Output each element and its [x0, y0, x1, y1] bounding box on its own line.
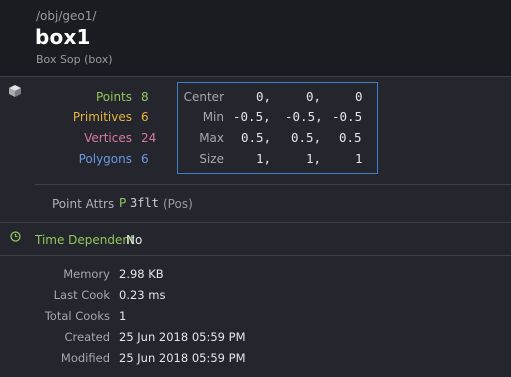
total-cooks-label: Total Cooks	[44, 309, 110, 323]
node-path: /obj/geo1/	[36, 9, 97, 23]
point-attr-class: P	[119, 196, 127, 210]
time-dependent-value: No	[126, 233, 143, 247]
section-divider	[35, 184, 511, 185]
box-icon	[9, 85, 21, 97]
bbox-size-y: 1,	[306, 151, 322, 166]
modified-value: 25 Jun 2018 05:59 PM	[119, 351, 246, 365]
section-divider	[0, 222, 511, 223]
bbox-center-x: 0,	[256, 89, 272, 104]
clock-icon	[10, 231, 21, 242]
primitives-count: 6	[141, 110, 149, 124]
polygons-label: Polygons	[78, 152, 132, 166]
modified-label: Modified	[60, 351, 110, 365]
bbox-min-x: -0.5,	[233, 109, 271, 124]
bbox-max-z: 0.5	[339, 130, 362, 145]
last-cook-label: Last Cook	[53, 288, 110, 302]
bbox-size-label: Size	[199, 152, 224, 166]
memory-value: 2.98 KB	[119, 267, 164, 281]
points-count: 8	[141, 90, 149, 104]
bbox-max-y: 0.5,	[291, 130, 322, 145]
bbox-min-y: -0.5,	[285, 109, 323, 124]
memory-label: Memory	[63, 267, 110, 281]
section-divider	[0, 255, 511, 256]
bbox-max-x: 0.5,	[241, 130, 272, 145]
vertices-count: 24	[141, 131, 157, 145]
last-cook-value: 0.23 ms	[119, 288, 166, 302]
primitives-label: Primitives	[72, 110, 132, 124]
bbox-center-z: 0	[355, 89, 363, 104]
total-cooks-value: 1	[119, 309, 127, 323]
bbox-min-label: Min	[202, 110, 224, 124]
bbox-center-y: 0,	[306, 89, 322, 104]
node-title: box1	[35, 25, 91, 49]
bbox-size-x: 1,	[256, 151, 272, 166]
bbox-center-label: Center	[183, 90, 224, 104]
node-header: /obj/geo1/ box1 Box Sop (box)	[0, 0, 511, 76]
point-attr-type: 3flt	[130, 196, 159, 210]
point-attr-name: (Pos)	[163, 197, 193, 211]
bbox-max-label: Max	[199, 131, 224, 145]
point-attrs-label: Point Attrs	[52, 197, 115, 211]
node-type: Box Sop (box)	[36, 53, 113, 66]
polygons-count: 6	[141, 152, 149, 166]
vertices-label: Vertices	[84, 131, 132, 145]
time-dependent-label: Time Dependent	[35, 233, 135, 247]
points-label: Points	[95, 90, 132, 104]
bbox-min-z: -0.5	[332, 109, 363, 124]
created-value: 25 Jun 2018 05:59 PM	[119, 330, 246, 344]
bbox-size-z: 1	[355, 151, 363, 166]
created-label: Created	[64, 330, 110, 344]
